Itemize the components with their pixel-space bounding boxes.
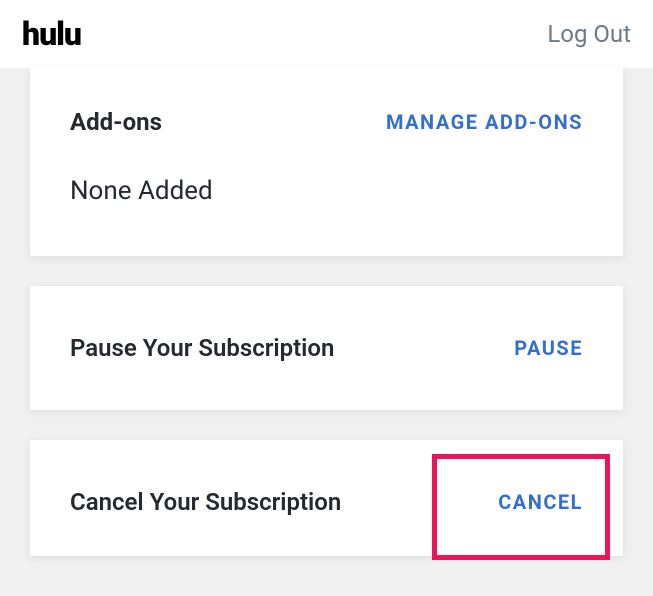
pause-title: Pause Your Subscription — [70, 334, 334, 362]
pause-row: Pause Your Subscription PAUSE — [70, 334, 583, 362]
manage-addons-link[interactable]: MANAGE ADD-ONS — [386, 110, 583, 134]
header: hulu Log Out — [0, 0, 653, 68]
pause-card: Pause Your Subscription PAUSE — [30, 286, 623, 410]
hulu-logo: hulu — [22, 15, 81, 53]
content-area: Add-ons MANAGE ADD-ONS None Added Pause … — [0, 68, 653, 556]
cancel-row: Cancel Your Subscription CANCEL — [70, 488, 583, 516]
addons-header-row: Add-ons MANAGE ADD-ONS — [70, 108, 583, 136]
addons-status: None Added — [70, 176, 583, 206]
cancel-title: Cancel Your Subscription — [70, 488, 341, 516]
pause-button[interactable]: PAUSE — [514, 336, 583, 360]
addons-card: Add-ons MANAGE ADD-ONS None Added — [30, 68, 623, 256]
addons-title: Add-ons — [70, 108, 162, 136]
cancel-card: Cancel Your Subscription CANCEL — [30, 440, 623, 556]
logout-link[interactable]: Log Out — [547, 20, 631, 48]
cancel-button[interactable]: CANCEL — [498, 490, 583, 514]
